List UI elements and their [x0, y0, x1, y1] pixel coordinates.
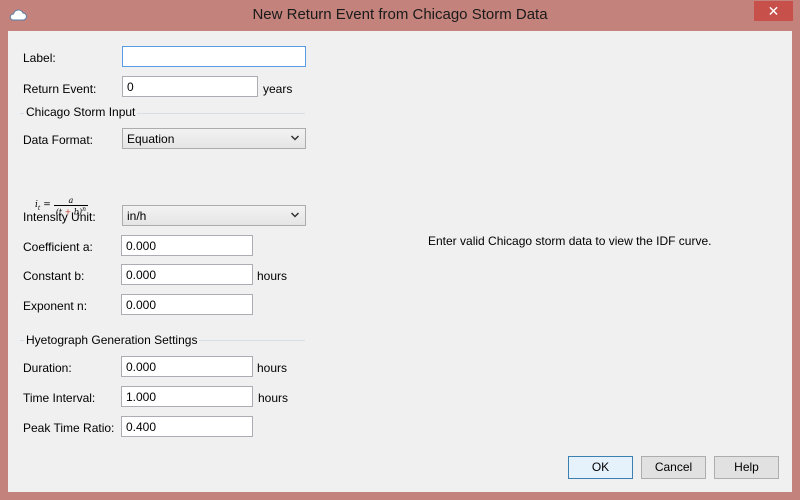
- return-event-input[interactable]: [122, 76, 258, 97]
- data-format-select[interactable]: Equation: [122, 128, 306, 149]
- hyetograph-group-title: Hyetograph Generation Settings: [24, 333, 200, 347]
- return-event-label: Return Event:: [23, 82, 97, 96]
- label-field-label: Label:: [23, 51, 56, 65]
- duration-label: Duration:: [23, 361, 72, 375]
- window-title: New Return Event from Chicago Storm Data: [252, 6, 548, 23]
- coefficient-a-input[interactable]: [121, 235, 253, 256]
- constant-b-input[interactable]: [121, 264, 253, 285]
- time-interval-unit: hours: [258, 391, 289, 405]
- intensity-unit-label: Intensity Unit:: [23, 210, 96, 224]
- equation-equals: =: [43, 200, 51, 211]
- dialog-client-area: Label: Return Event: years Chicago Storm…: [8, 31, 792, 492]
- help-button[interactable]: Help: [714, 456, 779, 479]
- exponent-n-input[interactable]: [121, 294, 253, 315]
- title-bar[interactable]: New Return Event from Chicago Storm Data…: [0, 0, 800, 32]
- constant-b-unit: hours: [257, 269, 288, 283]
- exponent-n-label: Exponent n:: [23, 299, 88, 313]
- time-interval-input[interactable]: [121, 386, 253, 407]
- close-button[interactable]: ✕: [754, 1, 793, 21]
- coefficient-a-label: Coefficient a:: [23, 240, 93, 254]
- ok-button[interactable]: OK: [568, 456, 633, 479]
- intensity-unit-value: in/h: [127, 209, 147, 223]
- duration-unit: hours: [257, 361, 288, 375]
- time-interval-label: Time Interval:: [23, 391, 96, 405]
- cancel-button[interactable]: Cancel: [641, 456, 706, 479]
- constant-b-label: Constant b:: [23, 269, 85, 283]
- duration-input[interactable]: [121, 356, 253, 377]
- dialog-window: New Return Event from Chicago Storm Data…: [0, 0, 800, 500]
- chicago-group-title: Chicago Storm Input: [24, 105, 138, 119]
- data-format-value: Equation: [127, 132, 175, 146]
- chevron-down-icon: [290, 135, 300, 141]
- intensity-unit-select[interactable]: in/h: [122, 205, 306, 226]
- chevron-down-icon: [290, 212, 300, 218]
- equation-numerator: a: [68, 196, 74, 205]
- label-input[interactable]: [122, 46, 306, 67]
- data-format-label: Data Format:: [23, 133, 94, 147]
- return-event-unit: years: [263, 82, 293, 96]
- peak-ratio-label: Peak Time Ratio:: [23, 421, 115, 435]
- close-icon: ✕: [767, 3, 780, 19]
- idf-info-message: Enter valid Chicago storm data to view t…: [428, 234, 712, 248]
- peak-ratio-input[interactable]: [121, 416, 253, 437]
